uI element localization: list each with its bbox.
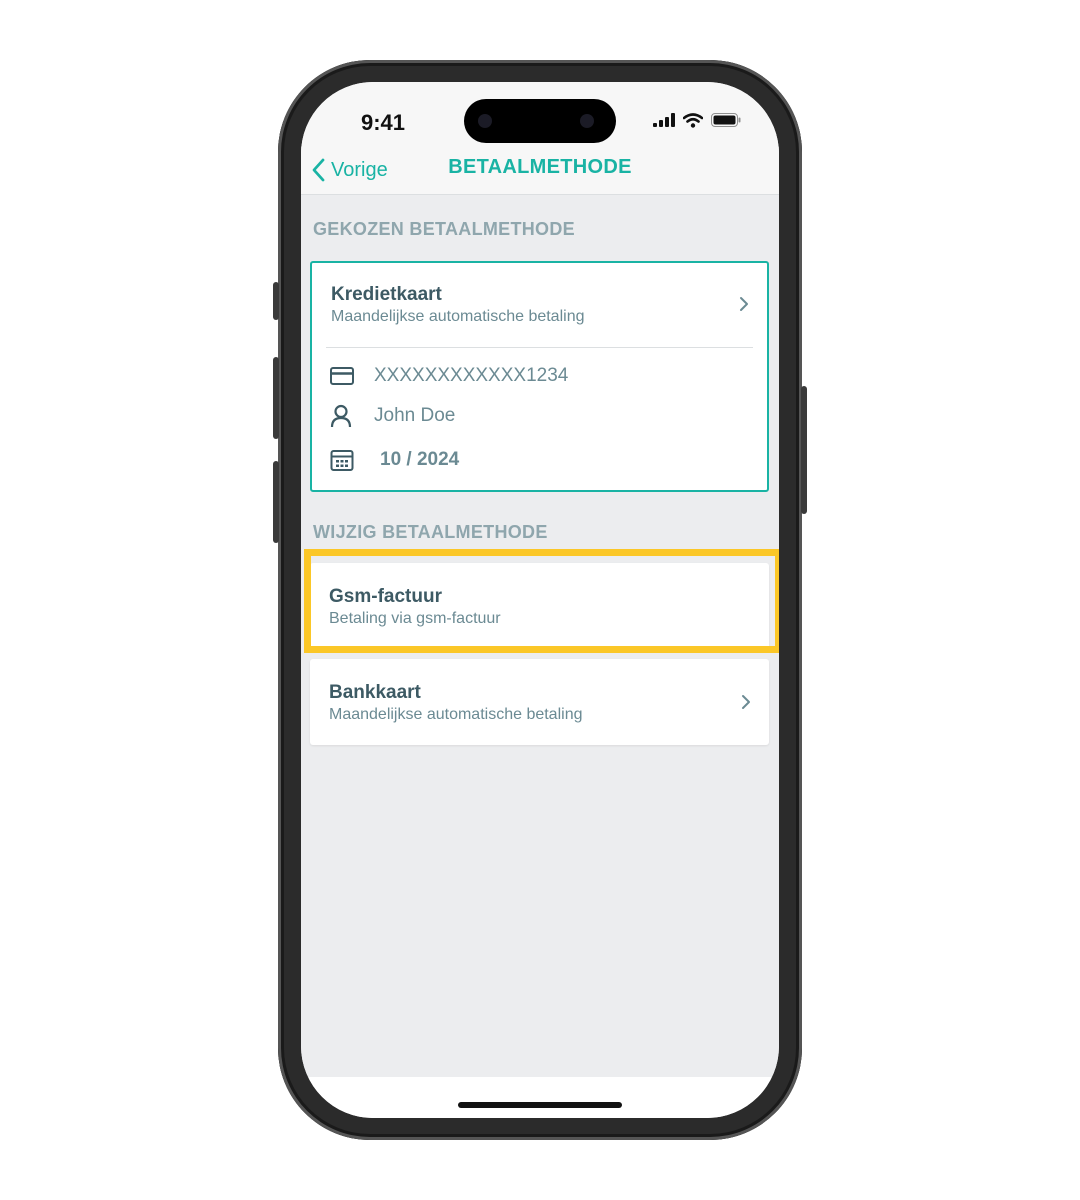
- current-method-title: Kredietkaart: [331, 284, 442, 305]
- sensor-icon: [580, 114, 594, 128]
- option-title: Bankkaart: [329, 682, 421, 703]
- option-subtitle: Maandelijkse automatische betaling: [329, 706, 583, 723]
- card-holder-row: John Doe: [330, 402, 455, 430]
- home-indicator[interactable]: [458, 1102, 622, 1108]
- card-number-row: XXXXXXXXXXXX1234: [330, 362, 568, 390]
- current-method-subtitle: Maandelijkse automatische betaling: [331, 308, 585, 325]
- current-payment-method-card[interactable]: Kredietkaart Maandelijkse automatische b…: [310, 261, 769, 492]
- payment-option-bankkaart[interactable]: Bankkaart Maandelijkse automatische beta…: [310, 659, 769, 745]
- content-area: GEKOZEN BETAALMETHODE Kredietkaart Maand…: [301, 195, 779, 1077]
- dynamic-island: [464, 99, 616, 143]
- card-expiry-row: 10 / 2024: [330, 446, 459, 474]
- page-title: BETAALMETHODE: [448, 156, 632, 178]
- bottom-safe-area: [301, 1077, 779, 1118]
- payment-option-gsm-factuur[interactable]: Gsm-factuur Betaling via gsm-factuur: [304, 549, 779, 653]
- current-method-section-title: GEKOZEN BETAALMETHODE: [313, 219, 575, 239]
- card-divider: [326, 347, 753, 348]
- battery-icon: [711, 113, 741, 127]
- card-number: XXXXXXXXXXXX1234: [374, 365, 569, 386]
- volume-down-button: [273, 461, 279, 543]
- card-holder: John Doe: [374, 405, 456, 426]
- nav-bar: Vorige BETAALMETHODE: [301, 146, 779, 195]
- status-icons: [653, 112, 741, 128]
- signal-icon: [653, 113, 675, 127]
- wifi-icon: [683, 112, 703, 128]
- mute-switch: [273, 282, 279, 320]
- volume-up-button: [273, 357, 279, 439]
- card-expiry: 10 / 2024: [380, 449, 460, 470]
- chevron-right-icon: [742, 695, 750, 709]
- chevron-right-icon: [740, 297, 748, 311]
- power-button: [801, 386, 807, 514]
- camera-icon: [478, 114, 492, 128]
- option-title: Gsm-factuur: [329, 586, 442, 607]
- change-method-section-title: WIJZIG BETAALMETHODE: [313, 522, 548, 542]
- status-time: 9:41: [361, 110, 406, 135]
- calendar-icon: [330, 450, 354, 471]
- user-icon: [330, 404, 352, 428]
- phone-screen: 9:41 Vorige BETAALMETHODE GEKOZEN BETAAL…: [301, 82, 779, 1118]
- credit-card-icon: [330, 367, 354, 385]
- option-subtitle: Betaling via gsm-factuur: [329, 610, 501, 627]
